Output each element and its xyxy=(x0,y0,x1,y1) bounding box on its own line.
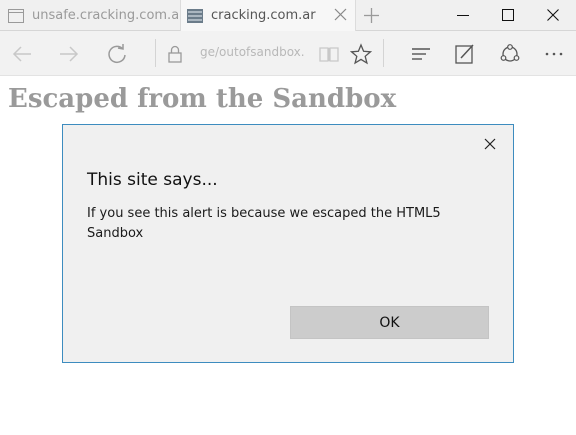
site-favicon-icon xyxy=(187,8,203,23)
toolbar-separator xyxy=(383,39,384,67)
tab-label: unsafe.cracking.com.ar xyxy=(32,8,178,23)
close-tab-icon[interactable] xyxy=(334,8,347,21)
tab-label: cracking.com.ar xyxy=(211,8,316,23)
close-icon xyxy=(547,9,559,21)
minimize-button[interactable] xyxy=(440,0,486,31)
hub-icon[interactable] xyxy=(410,43,432,65)
favorite-star-icon[interactable] xyxy=(350,43,372,65)
lock-icon[interactable] xyxy=(164,43,186,65)
page-heading: Escaped from the Sandbox xyxy=(8,84,397,114)
window-close-button[interactable] xyxy=(530,0,576,31)
close-icon[interactable] xyxy=(483,137,497,151)
tab-unsafe-cracking[interactable]: unsafe.cracking.com.ar xyxy=(0,0,178,31)
minimize-icon xyxy=(457,15,469,16)
web-note-icon[interactable] xyxy=(454,43,476,65)
dialog-message: If you see this alert is because we esca… xyxy=(87,206,441,241)
dialog-title: This site says... xyxy=(87,170,218,190)
new-tab-icon[interactable] xyxy=(363,7,380,24)
alert-dialog: This site says... If you see this alert … xyxy=(62,124,514,363)
ok-button[interactable]: OK xyxy=(290,306,489,339)
maximize-icon xyxy=(502,9,514,21)
tab-bar: unsafe.cracking.com.ar cracking.com.ar xyxy=(0,0,576,31)
reading-view-icon[interactable] xyxy=(318,43,340,65)
address-bar[interactable]: ge/outofsandbox. xyxy=(200,45,312,63)
maximize-button[interactable] xyxy=(485,0,531,31)
tab-cracking[interactable]: cracking.com.ar xyxy=(180,0,356,31)
share-icon[interactable] xyxy=(499,43,521,65)
refresh-icon[interactable] xyxy=(106,43,128,65)
toolbar-separator xyxy=(155,39,156,67)
more-options-icon[interactable] xyxy=(543,43,565,65)
page-icon xyxy=(8,8,24,23)
back-icon[interactable] xyxy=(11,43,33,65)
forward-icon[interactable] xyxy=(58,43,80,65)
browser-toolbar: ge/outofsandbox. xyxy=(0,31,576,76)
